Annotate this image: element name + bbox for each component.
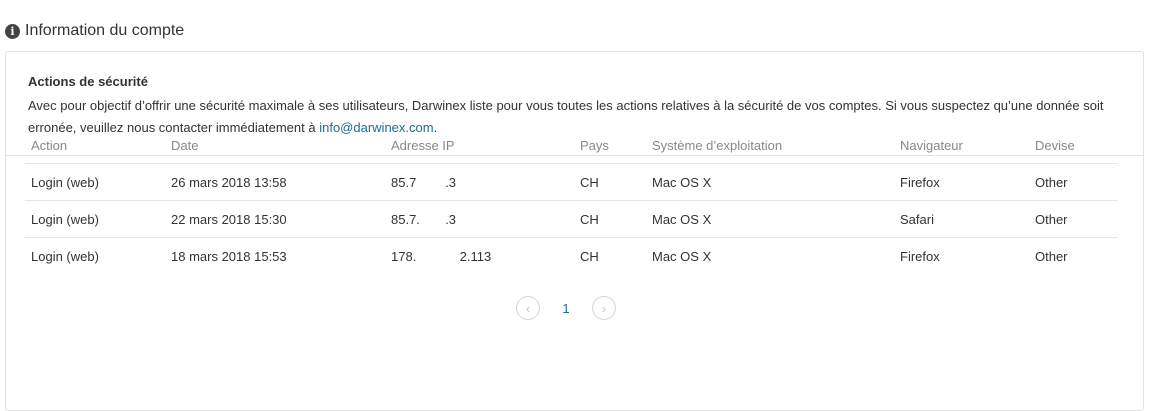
chevron-right-icon: ›	[601, 300, 607, 316]
prev-page-button[interactable]: ‹	[516, 296, 540, 320]
table-header-row: Action Date Adresse IP Pays Système d’ex…	[25, 127, 1118, 164]
table-row: Login (web) 26 mars 2018 13:58 85.7 .3 C…	[25, 163, 1118, 201]
cell-currency: Other	[1029, 200, 1118, 238]
cell-date: 26 mars 2018 13:58	[165, 163, 385, 201]
page-header: i Information du compte	[5, 22, 184, 40]
column-header-country: Pays	[574, 127, 646, 164]
cell-currency: Other	[1029, 163, 1118, 201]
cell-os: Mac OS X	[646, 163, 894, 201]
cell-os: Mac OS X	[652, 248, 712, 264]
cell-currency: Other	[1035, 248, 1068, 264]
table-row: Login (web) 22 mars 2018 15:30 85.7. .3 …	[25, 200, 1118, 238]
cell-ip: 85.7 .3	[385, 163, 574, 201]
table-row: Login (web) 18 mars 2018 15:53 178. 2.11…	[25, 238, 1118, 275]
column-header-date: Date	[165, 127, 385, 164]
chevron-left-icon: ‹	[525, 300, 531, 316]
info-icon: i	[5, 23, 20, 39]
column-header-action: Action	[25, 127, 165, 164]
cell-browser: Firefox	[894, 163, 1029, 201]
column-header-currency: Devise	[1029, 127, 1118, 164]
security-actions-table: Action Date Adresse IP Pays Système d’ex…	[25, 127, 1118, 274]
cell-action: Login (web)	[25, 200, 165, 238]
cell-action: Login (web)	[25, 163, 165, 201]
cell-action: Login (web)	[31, 248, 99, 264]
cell-ip: 85.7. .3	[385, 200, 574, 238]
page-title: Information du compte	[25, 22, 185, 39]
next-page-button[interactable]: ›	[592, 296, 616, 320]
cell-browser: Firefox	[900, 248, 940, 264]
column-header-ip: Adresse IP	[385, 127, 574, 164]
cell-os: Mac OS X	[646, 200, 894, 238]
page-number-current[interactable]: 1	[540, 301, 592, 316]
cell-ip: 178. 2.113	[391, 248, 492, 264]
section-title: Actions de sécurité	[28, 74, 148, 89]
cell-country: CH	[580, 248, 599, 264]
column-header-browser: Navigateur	[894, 127, 1029, 164]
cell-date: 22 mars 2018 15:30	[165, 200, 385, 238]
cell-country: CH	[574, 200, 646, 238]
cell-country: CH	[574, 163, 646, 201]
pagination: ‹ 1 ›	[516, 296, 616, 320]
column-header-os: Système d’exploitation	[646, 127, 894, 164]
cell-date: 18 mars 2018 15:53	[171, 248, 287, 264]
cell-browser: Safari	[894, 200, 1029, 238]
